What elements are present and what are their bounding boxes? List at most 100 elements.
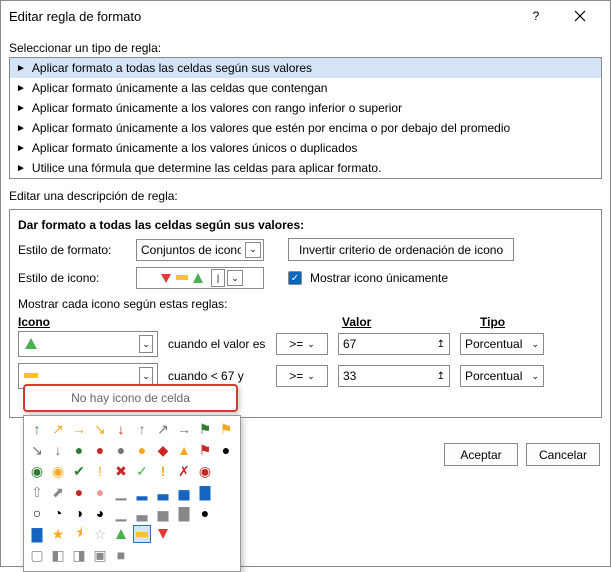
reverse-order-button[interactable]: Invertir criterio de ordenación de icono	[288, 238, 514, 261]
show-icon-only-checkbox[interactable]: ✓	[288, 271, 302, 285]
pie-0-icon[interactable]: ○	[28, 504, 46, 522]
bars-b-icon[interactable]: ▃	[133, 504, 151, 522]
circle-green-icon[interactable]: ●	[70, 441, 88, 459]
chevron-down-icon: ⌄	[245, 242, 261, 258]
flag-red-icon[interactable]: ⚑	[196, 441, 214, 459]
cross-red-icon[interactable]: ✖	[112, 462, 130, 480]
blank4-icon[interactable]	[175, 525, 193, 543]
bars-blue-icon[interactable]: ▇	[28, 525, 46, 543]
bars-c-icon[interactable]: ▅	[154, 504, 172, 522]
box-1-icon[interactable]: ◧	[49, 546, 67, 564]
no-cell-icon-option[interactable]: No hay icono de celda	[23, 384, 238, 412]
blank6-icon[interactable]	[217, 525, 235, 543]
flag-green-icon[interactable]: ⚑	[196, 420, 214, 438]
arrow-icon: ►	[16, 123, 26, 134]
check-grey-icon[interactable]: ✓	[133, 462, 151, 480]
arrow-diag-up-yellow-icon[interactable]: ↗	[49, 420, 67, 438]
circle-yellow-icon[interactable]: ●	[133, 441, 151, 459]
exclaim-icon[interactable]: !	[154, 462, 172, 480]
pie-2-icon[interactable]: ◑	[70, 504, 88, 522]
box-3-icon[interactable]: ▣	[91, 546, 109, 564]
col-type-label: Tipo	[480, 315, 570, 329]
arrow-down-grey-icon[interactable]: ↓	[49, 441, 67, 459]
triangle-up-green-icon[interactable]	[112, 525, 130, 543]
circle-red-icon[interactable]: ●	[91, 441, 109, 459]
arrow-right-yellow-icon[interactable]: →	[70, 420, 88, 438]
cancel-button[interactable]: Cancelar	[526, 443, 600, 466]
rule-type-item[interactable]: ►Aplicar formato únicamente a las celdas…	[10, 78, 601, 98]
rules-label: Mostrar cada icono según estas reglas:	[18, 297, 593, 311]
box-2-icon[interactable]: ◨	[70, 546, 88, 564]
arrow-diag-down-grey-icon[interactable]: ↘	[28, 441, 46, 459]
diamond-red-icon[interactable]: ◆	[154, 441, 172, 459]
operator-combo-1[interactable]: >=⌄	[276, 333, 328, 355]
bars-3-icon[interactable]: ▅	[175, 483, 193, 501]
type-combo-1[interactable]: Porcentual⌄	[460, 333, 544, 355]
bars-2-icon[interactable]: ▃	[154, 483, 172, 501]
rule-type-item[interactable]: ►Aplicar formato únicamente a los valore…	[10, 118, 601, 138]
blank2-icon[interactable]	[217, 483, 235, 501]
circle-red2-icon[interactable]: ●	[70, 483, 88, 501]
arrow-diag-down-yellow-icon[interactable]: ↘	[91, 420, 109, 438]
range-picker-icon[interactable]: ↥	[437, 371, 445, 382]
value-input-1[interactable]: 67↥	[338, 333, 450, 355]
blank-icon[interactable]	[217, 462, 235, 480]
triangle-down-red-icon[interactable]	[154, 525, 172, 543]
circle-black-icon[interactable]: ●	[217, 441, 235, 459]
arrow-diag-up-grey-icon[interactable]: ↗	[154, 420, 172, 438]
pie-3-icon[interactable]: ◕	[91, 504, 109, 522]
circle-pink-icon[interactable]: ●	[91, 483, 109, 501]
rule-type-list[interactable]: ►Aplicar formato a todas las celdas segú…	[9, 57, 602, 179]
rule-type-item[interactable]: ►Utilice una fórmula que determine las c…	[10, 158, 601, 178]
type-combo-2[interactable]: Porcentual⌄	[460, 365, 544, 387]
bars-1-icon[interactable]: ▂	[133, 483, 151, 501]
check-green-icon[interactable]: ✔	[70, 462, 88, 480]
ok-button[interactable]: Aceptar	[444, 443, 518, 466]
format-style-combo[interactable]: Conjuntos de iconos ⌄	[136, 239, 264, 261]
rule-type-item[interactable]: ►Aplicar formato únicamente a los valore…	[10, 138, 601, 158]
icon-combo-1[interactable]: ⌄	[18, 331, 158, 357]
arrow-up-outline-icon[interactable]: ⇧	[28, 483, 46, 501]
exclaim-yellow-icon[interactable]: !	[91, 462, 109, 480]
star-half-icon[interactable]: ⯨	[70, 525, 88, 543]
pie-4-icon[interactable]: ●	[196, 504, 214, 522]
bars-a-icon[interactable]: ▁	[112, 504, 130, 522]
close-icon	[574, 10, 586, 22]
range-picker-icon[interactable]: ↥	[437, 339, 445, 350]
arrow-up-grey-icon[interactable]: ↑	[133, 420, 151, 438]
bars-4-icon[interactable]: ▇	[196, 483, 214, 501]
light-yellow-icon[interactable]: ◉	[49, 462, 67, 480]
arrow-icon: ►	[16, 83, 26, 94]
arrow-down-red-icon[interactable]: ↓	[112, 420, 130, 438]
arrow-diag-up-outline-icon[interactable]: ⬈	[49, 483, 67, 501]
triangle-yellow-icon[interactable]: ▲	[175, 441, 193, 459]
star-empty-icon[interactable]: ☆	[91, 525, 109, 543]
icon-style-combo[interactable]: | ⌄	[136, 267, 264, 289]
arrow-up-green-icon[interactable]: ↑	[28, 420, 46, 438]
circle-grey-icon[interactable]: ●	[112, 441, 130, 459]
blank3-icon[interactable]	[217, 504, 235, 522]
rule-type-item[interactable]: ►Aplicar formato únicamente a los valore…	[10, 98, 601, 118]
value-input-2[interactable]: 33↥	[338, 365, 450, 387]
light-red-icon[interactable]: ◉	[196, 462, 214, 480]
bar-yellow-icon[interactable]	[133, 525, 151, 543]
bars-d-icon[interactable]: ▇	[175, 504, 193, 522]
blank5-icon[interactable]	[196, 525, 214, 543]
bars-0-icon[interactable]: ▁	[112, 483, 130, 501]
light-green-icon[interactable]: ◉	[28, 462, 46, 480]
rule-type-item[interactable]: ►Aplicar formato a todas las celdas segú…	[10, 58, 601, 78]
arrow-right-grey-icon[interactable]: →	[175, 420, 193, 438]
help-button[interactable]: ?	[514, 2, 558, 30]
box-4-icon[interactable]: ■	[112, 546, 130, 564]
triangle-up-icon	[23, 336, 39, 352]
star-gold-icon[interactable]: ★	[49, 525, 67, 543]
close-button[interactable]	[558, 2, 602, 30]
cross-icon[interactable]: ✗	[175, 462, 193, 480]
box-0-icon[interactable]: ▢	[28, 546, 46, 564]
operator-combo-2[interactable]: >=⌄	[276, 365, 328, 387]
arrow-icon: ►	[16, 63, 26, 74]
bar-icon	[175, 274, 189, 282]
chevron-down-icon: ⌄	[307, 371, 315, 382]
pie-1-icon[interactable]: ◔	[49, 504, 67, 522]
flag-yellow-icon[interactable]: ⚑	[217, 420, 235, 438]
